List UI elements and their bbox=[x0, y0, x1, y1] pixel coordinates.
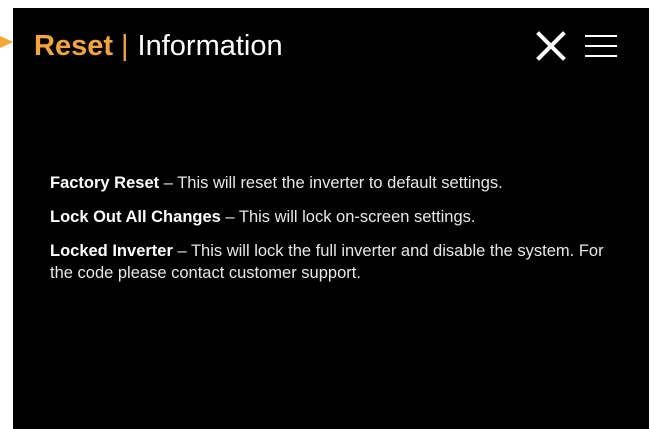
info-item-locked-inverter: Locked Inverter – This will lock the ful… bbox=[50, 240, 630, 284]
page-title: Reset | Information bbox=[34, 26, 283, 66]
info-term: Lock Out All Changes bbox=[50, 208, 221, 226]
info-screen: Reset | Information Factory Reset – This… bbox=[13, 8, 649, 429]
title-separator: | bbox=[121, 30, 129, 62]
menu-icon bbox=[585, 35, 617, 57]
info-content: Factory Reset – This will reset the inve… bbox=[50, 172, 630, 296]
title-accent: Reset bbox=[34, 30, 113, 62]
info-description: – This will reset the inverter to defaul… bbox=[159, 174, 503, 192]
title-text: Information bbox=[137, 30, 283, 62]
info-description: – This will lock on-screen settings. bbox=[220, 208, 476, 226]
menu-button[interactable] bbox=[581, 28, 621, 64]
info-item-factory-reset: Factory Reset – This will reset the inve… bbox=[50, 172, 630, 194]
info-item-lock-out-all-changes: Lock Out All Changes – This will lock on… bbox=[50, 206, 630, 228]
info-term: Locked Inverter bbox=[50, 242, 173, 260]
close-icon bbox=[536, 31, 566, 61]
info-term: Factory Reset bbox=[50, 174, 160, 192]
pointer-arrow-icon bbox=[0, 36, 13, 48]
close-button[interactable] bbox=[533, 28, 569, 64]
